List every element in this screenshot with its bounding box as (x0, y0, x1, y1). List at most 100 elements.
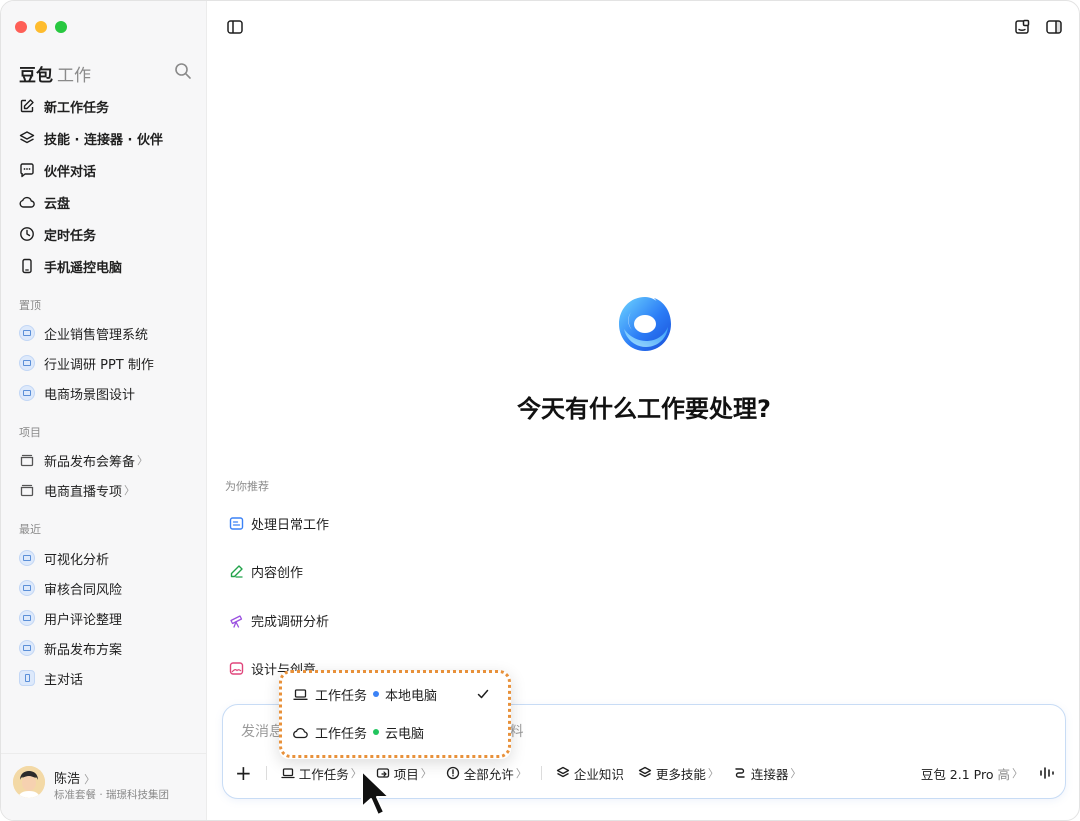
sidebar-item-label: 定时任务 (44, 228, 97, 244)
avatar (13, 766, 45, 798)
new-chat-icon[interactable] (1013, 18, 1031, 36)
connector-button[interactable]: 连接器〉 (733, 764, 802, 783)
sidebar-item-phone-remote[interactable]: 手机遥控电脑 (11, 250, 201, 282)
recent-section-label: 最近 (19, 523, 41, 536)
laptop-icon (19, 550, 35, 566)
task-mode-option-cloud[interactable]: 工作任务 云电脑 (293, 717, 497, 747)
sidebar-item-label: 伙伴对话 (44, 164, 97, 180)
list-item[interactable]: 可视化分析 (11, 543, 201, 573)
laptop-icon (19, 580, 35, 596)
chevron-right-icon: 〉 (350, 767, 362, 780)
list-item[interactable]: 行业调研 PPT 制作 (11, 348, 201, 378)
image-icon (229, 662, 244, 675)
list-item-label: 电商场景图设计 (44, 387, 136, 403)
list-item-label: 用户评论整理 (44, 612, 123, 628)
laptop-icon (19, 610, 35, 626)
option-mode-label: 工作任务 (315, 726, 368, 742)
laptop-icon (293, 688, 308, 700)
pinned-section-label: 置顶 (19, 299, 41, 312)
layers-icon (556, 766, 569, 778)
more-skills-button[interactable]: 更多技能〉 (638, 764, 719, 783)
recommend-item-research[interactable]: 完成调研分析 (229, 605, 489, 635)
sidebar-item-cloud-drive[interactable]: 云盘 (11, 186, 201, 218)
status-dot (373, 691, 380, 697)
chevron-right-icon: 〉 (84, 773, 96, 786)
voice-input-icon[interactable] (1039, 765, 1055, 781)
user-plan: 标准套餐 · 瑞璟科技集团 (54, 789, 170, 801)
recommend-item-label: 内容创作 (251, 566, 304, 581)
project-selector[interactable]: 项目〉 (376, 764, 432, 783)
laptop-icon (19, 640, 35, 656)
chevron-right-icon: 〉 (420, 767, 432, 780)
permission-selector[interactable]: 全部允许〉 (446, 764, 527, 783)
sidebar-item-label: 云盘 (44, 196, 71, 212)
alert-icon (446, 766, 459, 780)
user-profile[interactable]: 陈浩 〉 标准套餐 · 瑞璟科技集团 (1, 753, 207, 820)
task-mode-selector[interactable]: 工作任务〉 (281, 764, 362, 783)
minimize-window-button[interactable] (35, 21, 47, 33)
page-title: 今天有什么工作要处理? (517, 395, 771, 423)
option-mode-label: 工作任务 (315, 688, 368, 704)
cloud-icon (293, 727, 308, 738)
phone-icon (19, 670, 35, 686)
sidebar-item-label: 技能 · 连接器 · 伙伴 (44, 132, 163, 148)
toolbar-divider (540, 766, 542, 780)
laptop-icon (19, 385, 35, 401)
chevron-right-icon: 〉 (137, 454, 149, 467)
list-item[interactable]: 审核合同风险 (11, 573, 201, 603)
sidebar-item-new-task[interactable]: 新工作任务 (11, 90, 201, 122)
list-item[interactable]: 新品发布方案 (11, 633, 201, 663)
app-logo-icon (619, 297, 671, 351)
list-item[interactable]: 新品发布会筹备〉 (11, 445, 201, 475)
list-item[interactable]: 主对话 (11, 663, 201, 693)
sidebar: 豆包 工作 新工作任务 技能 · 连接器 · 伙伴 伙伴对话 云盘 定时任务 手… (1, 1, 207, 820)
recommend-section-label: 为你推荐 (225, 480, 269, 493)
laptop-icon (19, 325, 35, 341)
user-name: 陈浩 〉 (54, 768, 95, 787)
list-item-label: 新品发布会筹备 (44, 454, 136, 470)
projects-list: 新品发布会筹备〉 电商直播专项〉 (11, 445, 201, 505)
brand-name: 豆包 (19, 66, 53, 86)
chevron-right-icon: 〉 (790, 767, 802, 780)
sidebar-item-skills[interactable]: 技能 · 连接器 · 伙伴 (11, 122, 201, 154)
list-item[interactable]: 企业销售管理系统 (11, 318, 201, 348)
list-item-label: 新品发布方案 (44, 642, 123, 658)
panel-toggle-icon[interactable] (1045, 18, 1063, 36)
recommend-item-daily-work[interactable]: 处理日常工作 (229, 508, 489, 538)
recommend-item-content[interactable]: 内容创作 (229, 557, 489, 587)
option-target-label: 云电脑 (385, 726, 425, 742)
task-mode-dropdown: 工作任务 本地电脑 工作任务 云电脑 (279, 671, 511, 759)
sidebar-item-partner-chat[interactable]: 伙伴对话 (11, 154, 201, 186)
laptop-icon (281, 768, 295, 779)
list-item-label: 主对话 (44, 672, 84, 688)
sidebar-toggle-icon[interactable] (226, 18, 244, 36)
option-target-label: 本地电脑 (385, 688, 438, 704)
search-icon[interactable] (174, 62, 192, 80)
model-selector[interactable]: 豆包 2.1 Pro 高〉 (921, 764, 1023, 783)
zoom-window-button[interactable] (55, 21, 67, 33)
project-label: 项目 (393, 766, 419, 782)
list-item-label: 审核合同风险 (44, 582, 123, 598)
sidebar-item-label: 新工作任务 (44, 100, 110, 116)
chat-icon (20, 163, 34, 178)
status-dot (373, 729, 380, 735)
app-brand: 豆包 工作 (19, 61, 91, 86)
connector-icon (735, 768, 745, 778)
cloud-icon (19, 196, 35, 208)
clock-icon (20, 227, 34, 241)
task-mode-option-local[interactable]: 工作任务 本地电脑 (293, 679, 497, 709)
telescope-icon (230, 614, 243, 628)
laptop-icon (19, 355, 35, 371)
close-window-button[interactable] (15, 21, 27, 33)
skills-label: 更多技能 (655, 766, 706, 782)
list-item[interactable]: 用户评论整理 (11, 603, 201, 633)
list-item-label: 电商直播专项 (44, 484, 123, 500)
projects-section-label: 项目 (19, 426, 41, 439)
check-icon (477, 689, 489, 699)
enterprise-knowledge-button[interactable]: 企业知识 (556, 764, 624, 783)
list-item[interactable]: 电商场景图设计 (11, 378, 201, 408)
list-item[interactable]: 电商直播专项〉 (11, 475, 201, 505)
add-attachment-button[interactable]: + (235, 763, 252, 783)
sidebar-item-scheduled[interactable]: 定时任务 (11, 218, 201, 250)
pinned-list: 企业销售管理系统 行业调研 PPT 制作 电商场景图设计 (11, 318, 201, 408)
